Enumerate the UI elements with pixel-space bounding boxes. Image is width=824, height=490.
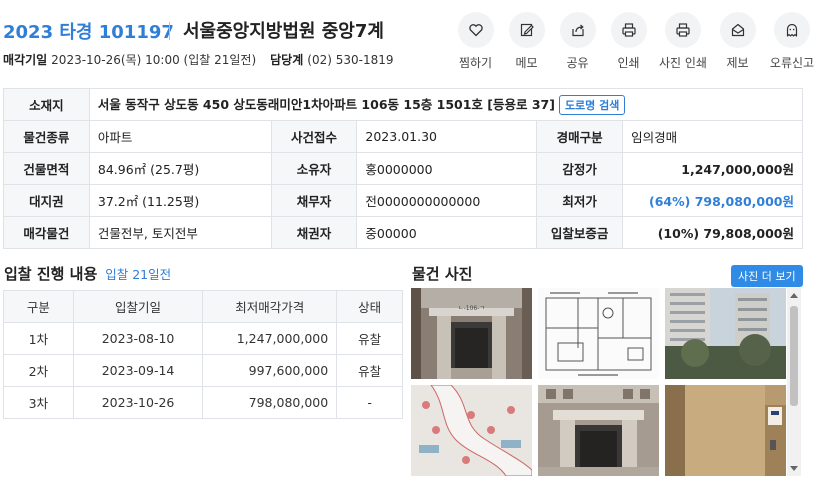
building-area-value: 84.96㎡ (25.7평)	[88, 152, 272, 185]
road-name-search-button[interactable]: 도로명 검색	[558, 95, 626, 115]
location-value: 서울 동작구 상도동 450 상도동래미안1차아파트 106동 15층 1501…	[97, 97, 555, 112]
col-bid-date: 입찰기일	[72, 290, 204, 323]
photo-print-label: 사진 인쇄	[659, 56, 707, 70]
case-number: 2023 타경 101197	[3, 22, 174, 43]
col-min-price: 최저매각가격	[202, 290, 338, 323]
gallery-scrollbar[interactable]	[787, 288, 801, 476]
dept-label: 담당계	[270, 53, 304, 67]
photo-entrance-close[interactable]	[538, 385, 659, 476]
table-row: 1차 2023-08-10 1,247,000,000 유찰	[3, 322, 403, 355]
ghost-icon	[774, 12, 810, 48]
scroll-up-arrow-icon[interactable]	[790, 293, 798, 298]
memo-label: 메모	[515, 56, 538, 70]
debtor-label: 채무자	[270, 184, 358, 217]
type-label: 물건종류	[3, 120, 90, 153]
print-icon	[610, 12, 647, 48]
land-rights-label: 대지권	[3, 184, 90, 217]
min-price-cell: 1,247,000,000	[202, 322, 338, 355]
table-row: 3차 2023-10-26 798,080,000 -	[3, 386, 403, 419]
print-button[interactable]: 인쇄	[603, 12, 654, 71]
minimum-price-label: 최저가	[536, 184, 624, 217]
deposit-label: 입찰보증금	[536, 216, 624, 249]
minimum-price-value: (64%) 798,080,000원	[622, 184, 803, 217]
photo-elevator[interactable]	[665, 385, 786, 476]
heart-icon	[457, 12, 494, 48]
scroll-down-arrow-icon[interactable]	[790, 466, 798, 471]
sale-item-value: 건물전부, 토지전부	[88, 216, 272, 249]
status-cell: 유찰	[336, 322, 403, 355]
court-name: 서울중앙지방법원 중앙7계	[183, 21, 384, 42]
error-report-label: 오류신고	[769, 56, 815, 70]
title-divider	[169, 22, 170, 40]
bid-date-cell: 2023-10-26	[72, 386, 204, 419]
owner-label: 소유자	[270, 152, 358, 185]
property-info-table: 소재지 서울 동작구 상도동 450 상도동래미안1차아파트 106동 15층 …	[3, 88, 804, 249]
more-photos-button[interactable]: 사진 더 보기	[731, 265, 803, 287]
col-status: 상태	[336, 290, 403, 323]
filed-value: 2023.01.30	[356, 120, 538, 153]
favorite-button[interactable]: 찜하기	[450, 12, 501, 71]
round-cell: 3차	[3, 386, 74, 419]
filed-label: 사건접수	[270, 120, 358, 153]
error-report-button[interactable]: 오류신고	[763, 12, 821, 71]
favorite-label: 찜하기	[458, 56, 493, 70]
share-label: 공유	[566, 56, 589, 70]
location-label: 소재지	[3, 88, 90, 121]
memo-icon	[508, 12, 545, 48]
photos-section-title: 물건 사진	[412, 265, 473, 283]
creditor-label: 채권자	[270, 216, 358, 249]
photo-floor-plan[interactable]	[538, 288, 659, 379]
action-toolbar: 찜하기 메모 공유 인쇄 사진 인쇄 제보 오류신고	[450, 12, 821, 71]
dept-phone: (02) 530-1819	[307, 53, 394, 67]
auction-type-value: 임의경매	[622, 120, 803, 153]
share-icon	[559, 12, 596, 48]
appraisal-label: 감정가	[536, 152, 624, 185]
location-cell: 서울 동작구 상도동 450 상도동래미안1차아파트 106동 15층 1501…	[88, 88, 804, 121]
photo-apartment-towers[interactable]	[665, 288, 786, 379]
photo-gallery: ㄴ-106-ㄱ	[411, 288, 804, 476]
sale-date-label: 매각기일	[3, 53, 48, 67]
land-rights-value: 37.2㎡ (11.25평)	[88, 184, 272, 217]
sale-item-label: 매각물건	[3, 216, 90, 249]
min-price-cell: 798,080,000	[202, 386, 338, 419]
print-label: 인쇄	[617, 56, 640, 70]
deposit-value: (10%) 79,808,000원	[622, 216, 803, 249]
round-cell: 2차	[3, 354, 74, 387]
bidding-title: 입찰 진행 내용	[4, 265, 98, 283]
debtor-value: 전0000000000000	[356, 184, 538, 217]
report-icon	[719, 12, 756, 48]
entrance-sign: ㄴ-106-ㄱ	[458, 305, 485, 312]
sale-date-value: 2023-10-26(목) 10:00 (입찰 21일전)	[51, 53, 257, 67]
photo-entrance[interactable]: ㄴ-106-ㄱ	[411, 288, 532, 379]
round-cell: 1차	[3, 322, 74, 355]
auction-type-label: 경매구분	[536, 120, 624, 153]
status-cell: 유찰	[336, 354, 403, 387]
case-header: 2023 타경 101197 서울중앙지방법원 중앙7계 매각기일 2023-10…	[3, 8, 821, 72]
photo-site-map[interactable]	[411, 385, 532, 476]
appraisal-value: 1,247,000,000원	[622, 152, 803, 185]
bidding-section-title: 입찰 진행 내용 입찰 21일전	[4, 263, 171, 284]
owner-value: 홍0000000	[356, 152, 538, 185]
bid-date-cell: 2023-08-10	[72, 322, 204, 355]
scroll-thumb[interactable]	[790, 306, 798, 406]
photo-print-icon	[665, 12, 701, 48]
bid-date-cell: 2023-09-14	[72, 354, 204, 387]
bidding-table: 구분 입찰기일 최저매각가격 상태 1차 2023-08-10 1,247,00…	[3, 290, 403, 419]
sale-info-line: 매각기일 2023-10-26(목) 10:00 (입찰 21일전) 담당계 (02)…	[3, 51, 394, 68]
creditor-value: 중00000	[356, 216, 538, 249]
min-price-cell: 997,600,000	[202, 354, 338, 387]
type-value: 아파트	[88, 120, 272, 153]
report-button[interactable]: 제보	[712, 12, 763, 71]
report-label: 제보	[726, 56, 749, 70]
bidding-days-left: 입찰 21일전	[105, 267, 172, 282]
table-row: 2차 2023-09-14 997,600,000 유찰	[3, 354, 403, 387]
share-button[interactable]: 공유	[552, 12, 603, 71]
memo-button[interactable]: 메모	[501, 12, 552, 71]
building-area-label: 건물면적	[3, 152, 90, 185]
status-cell: -	[336, 386, 403, 419]
col-round: 구분	[3, 290, 74, 323]
photo-print-button[interactable]: 사진 인쇄	[654, 12, 712, 71]
